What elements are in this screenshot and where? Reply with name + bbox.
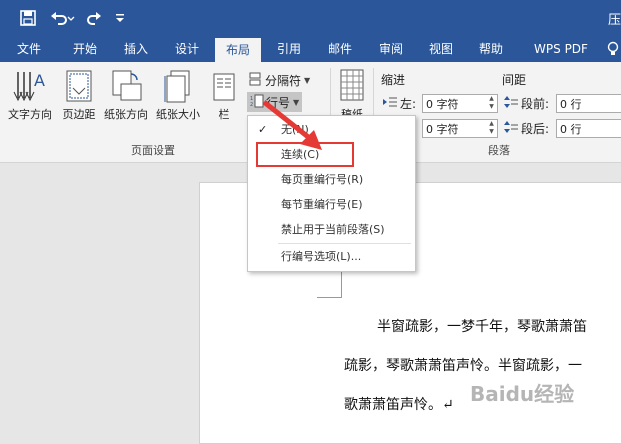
customize-icon[interactable]	[110, 0, 130, 36]
ribbon-tabs: 文件 开始 插入 设计 布局 引用 邮件 审阅 视图 帮助 WPS PDF	[0, 36, 621, 62]
menu-item-line-numbering-options[interactable]: 行编号选项(L)...	[248, 246, 415, 268]
menu-separator	[278, 243, 411, 244]
spacing-after-value: 0 行	[560, 123, 582, 136]
svg-text:A: A	[34, 71, 45, 90]
menu-item-restart-each-page[interactable]: 每页重编行号(R)	[248, 169, 415, 191]
tab-file[interactable]: 文件	[4, 36, 54, 62]
lightbulb-icon[interactable]	[604, 36, 621, 62]
margins-icon	[64, 68, 94, 108]
tab-review[interactable]: 审阅	[368, 36, 414, 62]
tab-wps-pdf[interactable]: WPS PDF	[524, 36, 598, 62]
undo-icon[interactable]	[46, 0, 80, 36]
title-corner-text: 压	[608, 13, 621, 28]
menu-item-restart-each-section[interactable]: 每节重编行号(E)	[248, 194, 415, 216]
tab-layout[interactable]: 布局	[215, 38, 261, 62]
menu-item-label: 禁止用于当前段落(S)	[281, 223, 385, 236]
spacing-before-value: 0 行	[560, 98, 582, 111]
indent-left-label: 左:	[400, 97, 417, 111]
indent-right-field[interactable]: 0 字符 ▲ ▼	[422, 119, 498, 138]
text-direction-icon: A	[12, 68, 48, 108]
breaks-button[interactable]: 分隔符 ▼	[248, 72, 310, 89]
columns-icon	[212, 68, 236, 108]
indent-left-value: 0 字符	[426, 98, 459, 111]
size-button[interactable]: 纸张大小	[152, 62, 204, 138]
margins-button[interactable]: 页边距	[58, 62, 100, 138]
tab-insert[interactable]: 插入	[112, 36, 160, 62]
spacing-before-icon	[504, 96, 518, 111]
indent-right-value: 0 字符	[426, 123, 459, 136]
spacing-after-icon	[504, 121, 518, 136]
watermark-logo: Baidu经验	[470, 382, 575, 406]
columns-button[interactable]: 栏	[206, 62, 242, 138]
spacing-after-label-wrap: 段后:	[504, 120, 549, 137]
title-bar: 压	[0, 0, 621, 36]
columns-label: 栏	[218, 108, 230, 121]
text-direction-button[interactable]: A 文字方向	[2, 62, 58, 138]
spacing-after-label: 段后:	[521, 122, 550, 136]
tab-home[interactable]: 开始	[60, 36, 110, 62]
paragraph-group-label: 段落	[488, 144, 510, 157]
menu-item-label: 行编号选项(L)...	[281, 250, 362, 263]
indent-left-field[interactable]: 0 字符 ▲ ▼	[422, 94, 498, 113]
margins-label: 页边距	[62, 108, 96, 121]
breaks-label: 分隔符	[265, 74, 302, 88]
orientation-icon	[109, 68, 143, 108]
tab-view[interactable]: 视图	[418, 36, 464, 62]
spacing-before-label: 段前:	[521, 97, 550, 111]
document-line[interactable]: 疏影，琴歌萧萧笛声怜。半窗疏影，一	[344, 355, 582, 375]
draft-paper-icon	[339, 68, 365, 106]
spacing-after-field[interactable]: 0 行	[556, 119, 621, 138]
spinner-icon[interactable]: ▲ ▼	[487, 95, 496, 112]
tab-design[interactable]: 设计	[163, 36, 211, 62]
tab-mailings[interactable]: 邮件	[317, 36, 363, 62]
menu-item-label: 每页重编行号(R)	[281, 173, 364, 186]
svg-text:2: 2	[250, 102, 253, 108]
tab-references[interactable]: 引用	[266, 36, 312, 62]
spacing-before-field[interactable]: 0 行	[556, 94, 621, 113]
spinner-icon[interactable]: ▲ ▼	[487, 120, 496, 137]
indent-title: 缩进	[381, 73, 406, 87]
indent-left-label-wrap: 左:	[383, 95, 416, 112]
document-line[interactable]: 歌萧萧笛声怜。↵	[344, 394, 454, 414]
page-setup-group-label: 页面设置	[131, 144, 175, 157]
document-line[interactable]: 半窗疏影，一梦千年，琴歌萧萧笛	[377, 316, 587, 336]
orientation-button[interactable]: 纸张方向	[100, 62, 152, 138]
spacing-title: 间距	[502, 73, 527, 87]
breaks-icon	[248, 72, 262, 89]
menu-item-label: 每节重编行号(E)	[281, 198, 363, 211]
tab-help[interactable]: 帮助	[468, 36, 514, 62]
chevron-down-icon: ▼	[304, 76, 311, 85]
orientation-label: 纸张方向	[104, 108, 148, 121]
paper-size-icon	[163, 68, 193, 108]
text-direction-label: 文字方向	[8, 108, 52, 121]
red-arrow-icon	[262, 100, 322, 150]
spacing-before-label-wrap: 段前:	[504, 95, 549, 112]
redo-icon[interactable]	[82, 0, 106, 36]
save-icon[interactable]	[14, 0, 42, 36]
indent-left-icon	[383, 96, 397, 111]
menu-item-suppress-paragraph[interactable]: 禁止用于当前段落(S)	[248, 219, 415, 241]
size-label: 纸张大小	[156, 108, 200, 121]
